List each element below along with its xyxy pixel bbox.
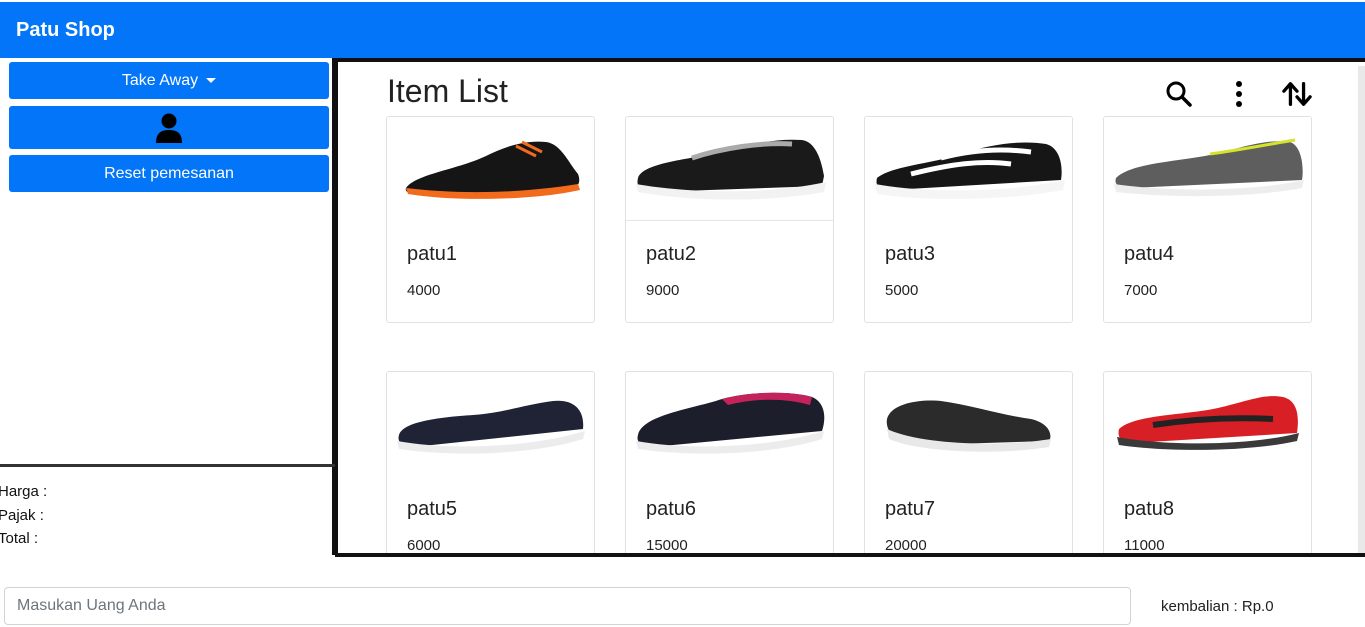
item-card[interactable]: patu1 4000: [386, 116, 595, 323]
item-card[interactable]: patu4 7000: [1103, 116, 1312, 323]
item-name: patu5: [407, 498, 458, 520]
more-options-button[interactable]: [1224, 79, 1254, 109]
sort-icon: [1282, 82, 1312, 106]
item-name: patu4: [1124, 243, 1175, 265]
item-name: patu6: [646, 498, 697, 520]
item-name: patu7: [885, 498, 936, 520]
item-price: 20000: [885, 537, 927, 554]
shoe-image: [1104, 117, 1311, 221]
money-input[interactable]: [4, 587, 1131, 625]
item-card[interactable]: patu3 5000: [864, 116, 1073, 323]
order-panel: Take Away Reset pemesanan Harga : Pajak …: [0, 58, 335, 555]
pajak-label: Pajak :: [0, 506, 44, 524]
item-price: 9000: [646, 282, 680, 299]
takeaway-dropdown-button[interactable]: Take Away: [9, 62, 329, 99]
item-card[interactable]: patu6 15000: [625, 371, 834, 554]
item-price: 15000: [646, 537, 688, 554]
shoe-image: [387, 372, 594, 476]
shoe-image: [865, 372, 1072, 476]
item-name: patu2: [646, 243, 697, 265]
item-card[interactable]: patu7 20000: [864, 371, 1073, 554]
shoe-image: [1104, 372, 1311, 476]
item-card[interactable]: patu5 6000: [386, 371, 595, 554]
item-price: 11000: [1124, 537, 1165, 554]
harga-label: Harga :: [0, 483, 48, 500]
item-list-panel: Item List patu1 4000 patu2 9000 patu3 50…: [335, 58, 1365, 557]
page-title: Item List: [387, 73, 508, 109]
item-name: patu8: [1124, 498, 1175, 520]
brand-title[interactable]: Patu Shop: [16, 19, 115, 42]
shoe-image: [387, 117, 594, 221]
order-totals: Harga : Pajak : Total :: [0, 480, 47, 551]
scrollbar[interactable]: [1358, 66, 1365, 553]
navbar: Patu Shop: [0, 2, 1365, 58]
change-label: kembalian : Rp.0: [1161, 598, 1274, 615]
shoe-image: [626, 372, 833, 476]
item-price: 6000: [407, 537, 441, 554]
caret-down-icon: [206, 78, 217, 83]
item-name: patu3: [885, 243, 936, 265]
item-card[interactable]: patu8 11000: [1103, 371, 1312, 554]
search-button[interactable]: [1164, 79, 1194, 109]
shoe-image: [626, 117, 833, 221]
shoe-image: [865, 117, 1072, 221]
total-label: Total :: [0, 530, 39, 547]
reset-order-button[interactable]: Reset pemesanan: [9, 155, 329, 192]
reset-label: Reset pemesanan: [104, 164, 234, 182]
search-icon: [1166, 81, 1192, 107]
takeaway-label: Take Away: [121, 71, 199, 89]
item-card[interactable]: patu2 9000: [625, 116, 834, 323]
item-price: 4000: [407, 282, 441, 299]
more-vertical-icon: [1236, 81, 1242, 107]
item-price: 7000: [1124, 282, 1158, 299]
divider: [0, 464, 335, 467]
sort-button[interactable]: [1282, 79, 1312, 109]
item-name: patu1: [407, 243, 458, 265]
customer-button[interactable]: [9, 106, 329, 149]
user-icon: [156, 113, 182, 143]
item-price: 5000: [885, 282, 919, 299]
